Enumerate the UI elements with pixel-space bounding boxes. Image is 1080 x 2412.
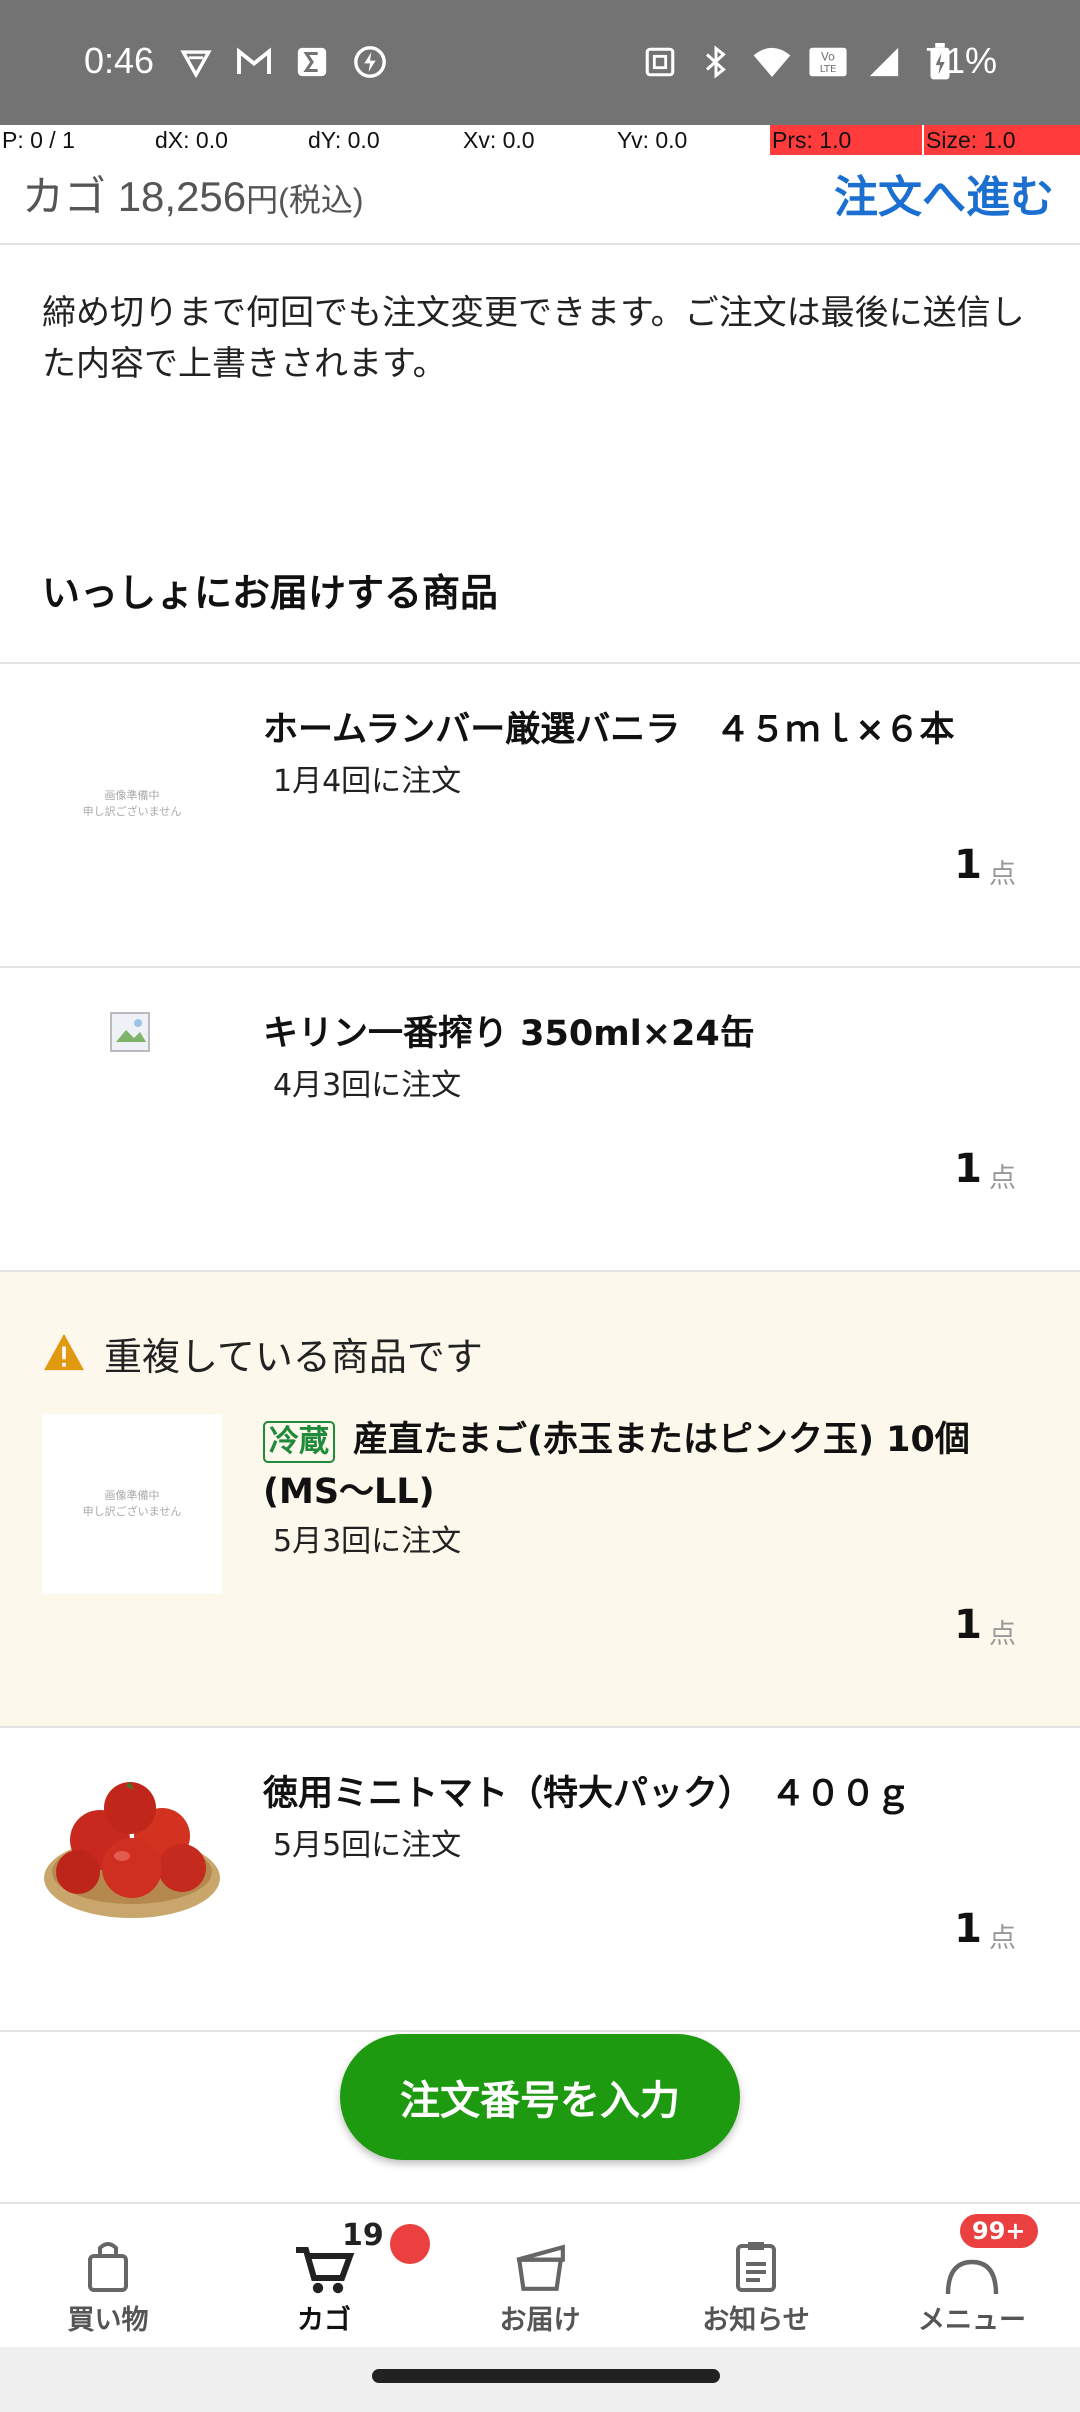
duplicate-item-block[interactable]: 重複している商品です 画像準備中 申し訳ございません 冷蔵 産直たまご(赤玉または… bbox=[0, 1270, 1080, 1726]
quantity-unit: 点 bbox=[989, 859, 1016, 890]
cart-notification-dot bbox=[390, 2224, 430, 2264]
placeholder-text: 画像準備中 bbox=[104, 1489, 160, 1502]
svg-text:Vo: Vo bbox=[821, 50, 835, 64]
nfc-icon bbox=[640, 42, 680, 82]
nav-menu[interactable]: メニュー bbox=[872, 2234, 1072, 2337]
pointer-debug-overlay: P: 0 / 1 dX: 0.0 dY: 0.0 Xv: 0.0 Yv: 0.0… bbox=[0, 125, 1080, 157]
home-gesture-bar[interactable] bbox=[372, 2369, 720, 2383]
order-date: 4月3回に注文 bbox=[273, 1068, 462, 1103]
order-date: 5月3回に注文 bbox=[273, 1524, 462, 1559]
nav-menu-label: メニュー bbox=[918, 2305, 1026, 2336]
refrigerated-tag: 冷蔵 bbox=[263, 1421, 335, 1463]
debug-xv: Xv: 0.0 bbox=[463, 127, 535, 153]
cart-total: カゴ 18,256円(税込) bbox=[22, 163, 364, 224]
placeholder-subtext: 申し訳ございません bbox=[82, 1505, 182, 1518]
quantity-unit: 点 bbox=[989, 1923, 1016, 1954]
tomato-image bbox=[42, 1768, 222, 1948]
nav-shopping[interactable]: 買い物 bbox=[8, 2234, 208, 2337]
cart-count: 19 bbox=[342, 2218, 384, 2253]
duplicate-warning-text: 重複している商品です bbox=[104, 1335, 483, 1379]
wifi-icon bbox=[752, 42, 792, 82]
debug-pressure: Prs: 1.0 bbox=[770, 125, 922, 155]
order-change-notice: 締め切りまで何回でも注文変更できます。ご注文は最後に送信した内容で上書きされます… bbox=[42, 293, 1025, 384]
debug-pointer: P: 0 / 1 bbox=[2, 127, 75, 153]
gmail-icon bbox=[234, 42, 274, 82]
debug-size: Size: 1.0 bbox=[924, 125, 1080, 155]
shopping-bag-icon bbox=[8, 2234, 208, 2294]
clipboard-icon bbox=[656, 2234, 856, 2294]
status-bar: 0:46 Vo LTE 71% bbox=[0, 0, 1080, 125]
sigma-app-icon bbox=[292, 42, 332, 82]
cart-label: カゴ bbox=[22, 173, 107, 220]
divider bbox=[0, 2030, 1080, 2032]
quantity: 1 bbox=[954, 1146, 982, 1192]
status-time: 0:46 bbox=[84, 40, 155, 81]
placeholder-subtext: 申し訳ございません bbox=[82, 805, 182, 818]
placeholder-text: 画像準備中 bbox=[104, 789, 160, 802]
product-image-placeholder: 画像準備中 申し訳ございません bbox=[42, 1414, 222, 1594]
vpn-shield-icon bbox=[176, 42, 216, 82]
quantity-unit: 点 bbox=[989, 1619, 1016, 1650]
product-image-placeholder: 画像準備中 申し訳ございません bbox=[42, 714, 222, 894]
quantity: 1 bbox=[954, 1602, 982, 1648]
nav-news[interactable]: お知らせ bbox=[656, 2234, 856, 2337]
signal-icon bbox=[864, 42, 904, 82]
nav-news-label: お知らせ bbox=[702, 2305, 810, 2336]
product-name: ホームランバー厳選バニラ ４５ｍｌ×６本 bbox=[263, 710, 955, 750]
order-date: 5月5回に注文 bbox=[273, 1828, 462, 1863]
gesture-navigation-area bbox=[0, 2347, 1080, 2412]
battery-percentage: 71% bbox=[925, 40, 998, 81]
quantity: 1 bbox=[954, 1906, 982, 1952]
section-title: いっしょにお届けする商品 bbox=[42, 571, 499, 615]
cart-item[interactable]: 画像準備中 申し訳ございません ホームランバー厳選バニラ ４５ｍｌ×６本 1月4… bbox=[0, 662, 1080, 966]
debug-yv: Yv: 0.0 bbox=[617, 127, 688, 153]
cart-item[interactable]: 画像準備中 申し訳ございません 冷蔵 産直たまご(赤玉またはピンク玉) 10個(M… bbox=[0, 1412, 1080, 1712]
bottom-navigation: 買い物 19 カゴ お届け お知らせ メニュー 99+ bbox=[0, 2202, 1080, 2347]
volte-icon: Vo LTE bbox=[808, 42, 848, 82]
cart-item[interactable]: キリン一番搾り 350ml×24缶 4月3回に注文 1 点 bbox=[0, 966, 1080, 1270]
quantity: 1 bbox=[954, 842, 982, 888]
product-name: 冷蔵 産直たまご(赤玉またはピンク玉) 10個(MS〜LL) bbox=[263, 1414, 1043, 1518]
nav-shopping-label: 買い物 bbox=[67, 2305, 149, 2336]
broken-image-icon bbox=[110, 1012, 150, 1052]
proceed-to-order-button[interactable]: 注文へ進む bbox=[834, 161, 1054, 225]
cart-amount: 18,256 bbox=[117, 173, 247, 220]
quantity-unit: 点 bbox=[989, 1163, 1016, 1194]
cart-currency: 円 bbox=[246, 182, 279, 218]
lightning-icon bbox=[350, 42, 390, 82]
enter-order-number-button[interactable]: 注文番号を入力 bbox=[340, 2034, 740, 2160]
cart-header: カゴ 18,256円(税込) 注文へ進む bbox=[0, 157, 1080, 245]
delivery-box-icon bbox=[440, 2234, 640, 2294]
product-name: キリン一番搾り 350ml×24缶 bbox=[263, 1014, 755, 1054]
product-name: 徳用ミニトマト（特大パック） ４００ｇ bbox=[263, 1774, 911, 1814]
bluetooth-icon bbox=[696, 42, 736, 82]
nav-delivery-label: お届け bbox=[499, 2305, 581, 2336]
debug-dy: dY: 0.0 bbox=[308, 127, 380, 153]
svg-text:LTE: LTE bbox=[820, 64, 837, 75]
order-date: 1月4回に注文 bbox=[273, 764, 462, 799]
nav-delivery[interactable]: お届け bbox=[440, 2234, 640, 2337]
tax-note: (税込) bbox=[278, 182, 364, 218]
cart-item[interactable]: 徳用ミニトマト（特大パック） ４００ｇ 5月5回に注文 1 点 bbox=[0, 1726, 1080, 2030]
menu-notification-badge: 99+ bbox=[960, 2214, 1038, 2248]
product-name-text: 産直たまご(赤玉またはピンク玉) 10個(MS〜LL) bbox=[263, 1420, 970, 1512]
duplicate-warning: 重複している商品です bbox=[42, 1326, 483, 1381]
warning-icon bbox=[42, 1332, 86, 1376]
debug-dx: dX: 0.0 bbox=[155, 127, 228, 153]
nav-cart-label: カゴ bbox=[297, 2305, 351, 2336]
